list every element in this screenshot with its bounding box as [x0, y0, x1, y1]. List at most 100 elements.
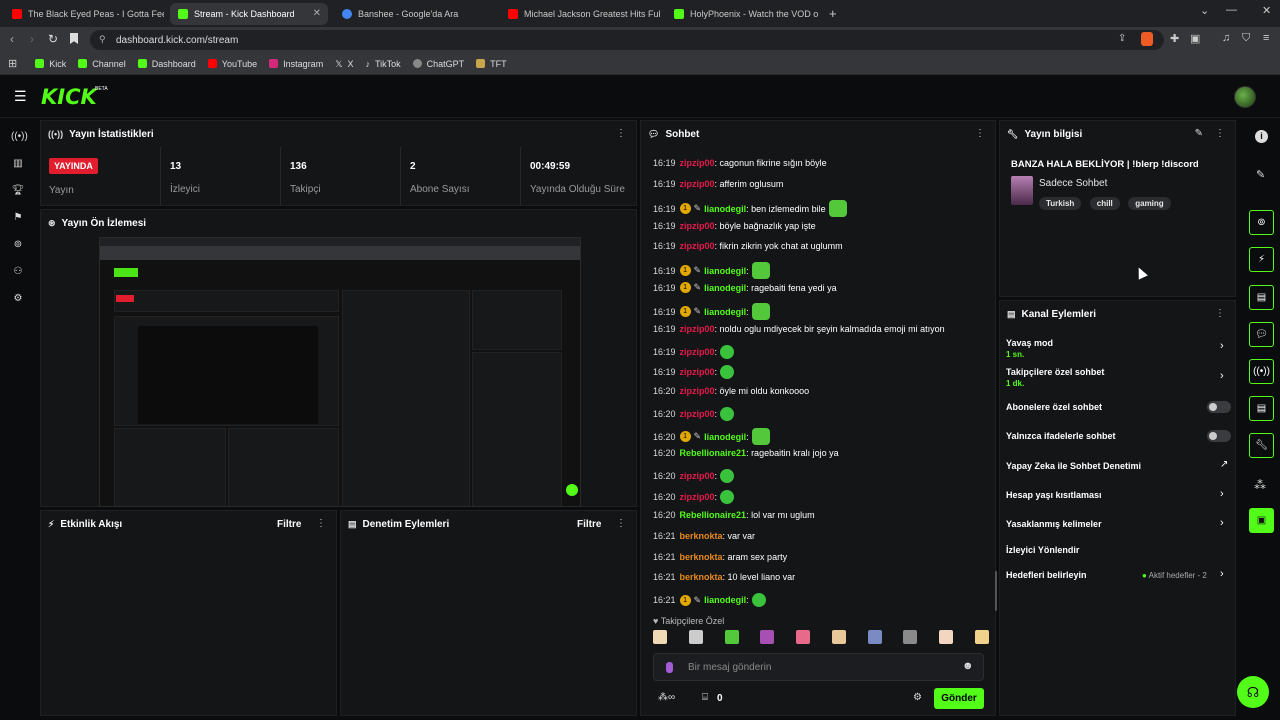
actions-shortcut-button[interactable]: ▤ — [1249, 396, 1274, 421]
users-icon[interactable]: ⚇ — [11, 266, 25, 280]
url-field[interactable]: ⚲ dashboard.kick.com/stream — [90, 30, 1164, 50]
chat-message[interactable]: 16:19 zipzip00: afferim oglusum — [653, 179, 783, 189]
message-username[interactable]: lianodegil — [704, 432, 746, 442]
analytics-icon[interactable]: ▥ — [11, 158, 25, 172]
message-username[interactable]: zipzip00 — [680, 492, 715, 502]
message-username[interactable]: zipzip00 — [680, 409, 715, 419]
bookmark-channel[interactable]: Channel — [78, 59, 126, 69]
message-username[interactable]: zipzip00 — [680, 221, 715, 231]
apps-grid-icon[interactable]: ⊞ — [8, 57, 17, 70]
emote-icon[interactable] — [688, 630, 703, 644]
community-icon[interactable]: ⚑ — [11, 212, 25, 226]
support-headset-icon[interactable]: ☊ — [1237, 676, 1269, 708]
browser-tab[interactable]: Banshee - Google'da Ara — [334, 3, 494, 25]
emote-icon[interactable] — [903, 630, 918, 644]
notes-shortcut-button[interactable]: ▤ — [1249, 285, 1274, 310]
emote-icon[interactable] — [653, 630, 667, 644]
message-username[interactable]: zipzip00 — [680, 324, 715, 334]
close-window-icon[interactable]: ✕ — [1262, 4, 1271, 17]
chat-input[interactable]: Bir mesaj gönderin ☻ — [653, 653, 984, 681]
reload-icon[interactable]: ↻ — [48, 32, 58, 46]
chat-message[interactable]: 16:20 zipzip00: — [653, 407, 735, 421]
emote-icon[interactable] — [796, 630, 811, 644]
message-username[interactable]: berknokta — [680, 552, 723, 562]
more-options-icon[interactable]: ⋮ — [316, 518, 326, 529]
chat-scrollbar[interactable] — [995, 571, 997, 611]
more-options-icon[interactable]: ⋮ — [616, 128, 626, 139]
back-icon[interactable]: ‹ — [10, 32, 14, 46]
send-button[interactable]: Gönder — [934, 688, 984, 709]
preview-video[interactable] — [99, 237, 581, 507]
bookmark-instagram[interactable]: Instagram — [269, 59, 323, 69]
chat-message[interactable]: 16:19 zipzip00: fikrin zikrin yok chat at… — [653, 241, 843, 251]
share-icon[interactable]: ⇪ — [1118, 33, 1126, 44]
add-widget-button[interactable]: ▣ — [1249, 508, 1274, 533]
chat-message[interactable]: 16:19 1 ✎ lianodegil: ragebaiti fena yedi y… — [653, 282, 837, 293]
chat-message[interactable]: 16:19 zipzip00: — [653, 345, 735, 359]
menu-icon[interactable]: ≡ — [1263, 32, 1269, 44]
community-shortcut-icon[interactable]: ⁂ — [1254, 478, 1266, 492]
message-username[interactable]: zipzip00 — [680, 471, 715, 481]
wrench-shortcut-button[interactable]: 🔧︎ — [1249, 433, 1274, 458]
external-link-icon[interactable]: ↗ — [1220, 459, 1228, 470]
chat-message[interactable]: 16:19 1 ✎ lianodegil: — [653, 303, 770, 320]
followers-chat-setting[interactable]: Takipçilere özel sohbet 1 dk. — [1006, 367, 1104, 388]
message-username[interactable]: zipzip00 — [680, 179, 715, 189]
message-username[interactable]: berknokta — [680, 572, 723, 582]
ai-moderation-setting[interactable]: Yapay Zeka ile Sohbet Denetimi — [1006, 461, 1141, 471]
media-icon[interactable]: ♫ — [1222, 32, 1230, 44]
chat-message[interactable]: 16:21 berknokta: var var — [653, 531, 755, 541]
brave-shield-icon[interactable] — [1141, 32, 1153, 46]
redirect-viewers-setting[interactable]: İzleyici Yönlendir — [1006, 545, 1079, 555]
tag[interactable]: Turkish — [1039, 197, 1082, 210]
chat-message[interactable]: 16:19 zipzip00: noldu oglu mdiyecek bir ş… — [653, 324, 945, 334]
microphone-icon[interactable] — [666, 662, 673, 673]
chat-message[interactable]: 16:21 1 ✎ lianodegil: — [653, 593, 766, 607]
bookmark-youtube[interactable]: YouTube — [207, 59, 257, 69]
more-options-icon[interactable]: ⋮ — [1215, 128, 1225, 139]
chevron-right-icon[interactable]: › — [1220, 370, 1224, 382]
more-options-icon[interactable]: ⋮ — [1215, 308, 1225, 319]
broadcast-shortcut-button[interactable]: ((•)) — [1249, 359, 1274, 384]
bookmark-tiktok[interactable]: ♪ TikTok — [365, 59, 400, 70]
chat-message[interactable]: 16:20 zipzip00: — [653, 469, 735, 483]
chat-settings-icon[interactable]: ⚙ — [913, 692, 922, 703]
bookmark-tft[interactable]: TFT — [476, 59, 507, 69]
chat-message[interactable]: 16:19 zipzip00: böyle bağnazlık yap işte — [653, 221, 816, 231]
tag[interactable]: gaming — [1128, 197, 1171, 210]
emote-icon[interactable] — [867, 630, 882, 644]
hamburger-menu-icon[interactable]: ☰ — [14, 88, 27, 105]
moderation-icon[interactable]: ⊚ — [11, 239, 25, 253]
emote-icon[interactable] — [831, 630, 846, 644]
chevron-right-icon[interactable]: › — [1220, 340, 1224, 352]
browser-tab[interactable]: The Black Eyed Peas - I Gotta Feeling — [4, 3, 164, 25]
chat-message[interactable]: 16:20 zipzip00: öyle mi oldu konkoooo — [653, 386, 809, 396]
tag[interactable]: chill — [1089, 197, 1120, 210]
filter-button[interactable]: Filtre — [577, 519, 601, 530]
info-icon[interactable]: i — [1255, 130, 1268, 143]
bookmark-x[interactable]: 𝕏X — [335, 59, 353, 70]
banned-words-setting[interactable]: Yasaklanmış kelimeler — [1006, 519, 1102, 529]
sidebar-icon[interactable]: ▣ — [1190, 32, 1200, 45]
settings-icon[interactable]: ⚙ — [11, 293, 25, 307]
emote-icon[interactable] — [974, 630, 989, 644]
slow-mode-setting[interactable]: Yavaş mod 1 sn. — [1006, 338, 1053, 359]
message-username[interactable]: Rebellionaire21 — [680, 510, 747, 520]
chat-message[interactable]: 16:20 Rebellionaire21: lol var mı uglum — [653, 510, 815, 520]
message-username[interactable]: lianodegil — [704, 595, 746, 605]
emote-icon[interactable] — [724, 630, 739, 644]
message-username[interactable]: lianodegil — [704, 204, 746, 214]
gift-icon[interactable]: ⌸ — [702, 692, 708, 703]
bookmark-kick[interactable]: Kick — [35, 59, 66, 69]
chat-message[interactable]: 16:21 berknokta: aram sex party — [653, 552, 787, 562]
chat-shortcut-button[interactable]: 💬︎ — [1249, 322, 1274, 347]
moderation-shortcut-button[interactable]: ⊚ — [1249, 210, 1274, 235]
more-options-icon[interactable]: ⋮ — [616, 518, 626, 529]
bookmark-chatgpt[interactable]: ChatGPT — [412, 59, 464, 69]
chat-message[interactable]: 16:21 berknokta: 10 level liano var — [653, 572, 795, 582]
message-username[interactable]: berknokta — [680, 531, 723, 541]
avatar[interactable] — [1234, 86, 1256, 108]
kick-logo[interactable]: KICK — [41, 85, 97, 109]
message-username[interactable]: zipzip00 — [680, 347, 715, 357]
chevron-right-icon[interactable]: › — [1220, 517, 1224, 529]
